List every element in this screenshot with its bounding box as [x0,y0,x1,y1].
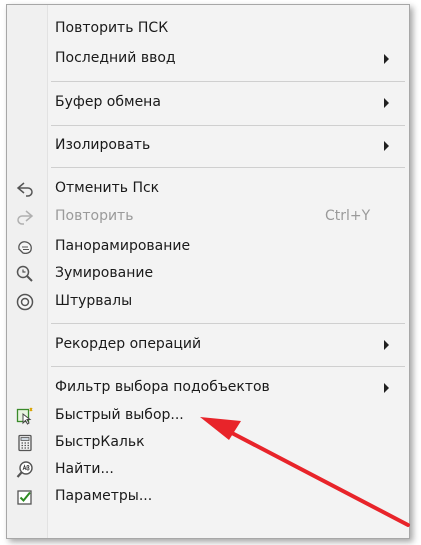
menu-item-subobject-filter[interactable]: Фильтр выбора подобъектов [7,376,409,400]
menu-item-label: Штурвалы [55,293,133,309]
menu-item-label: Буфер обмена [55,94,161,110]
checkbox-options-icon [15,487,35,507]
submenu-arrow-icon [384,340,389,350]
menu-item-label: Быстрый выбор... [55,407,184,423]
separator [51,125,405,126]
menu-item-redo[interactable]: Повторить Ctrl+Y [7,205,409,229]
menu-item-find[interactable]: Найти... [7,458,409,482]
submenu-arrow-icon [384,383,389,393]
menu-item-repeat-ucs[interactable]: Повторить ПСК [7,17,409,41]
submenu-arrow-icon [384,98,389,108]
menu-item-label: Рекордер операций [55,336,202,352]
quick-select-icon [15,406,35,426]
menu-item-label: Изолировать [55,137,151,153]
submenu-arrow-icon [384,54,389,64]
menu-item-label: Повторить ПСК [55,20,169,36]
menu-item-label: Отменить Пск [55,180,160,196]
zoom-icon [15,264,35,284]
submenu-arrow-icon [384,141,389,151]
separator [51,167,405,168]
menu-item-pan[interactable]: Панорамирование [7,235,409,259]
shortcut-label: Ctrl+Y [325,208,371,224]
pan-hand-icon [15,237,35,257]
menu-item-label: Последний ввод [55,50,176,66]
separator [51,366,405,367]
calculator-icon [15,433,35,453]
separator [51,81,405,82]
menu-item-label: Параметры... [55,488,153,504]
redo-icon [15,207,35,227]
menu-item-zoom[interactable]: Зумирование [7,262,409,286]
menu-item-isolate[interactable]: Изолировать [7,134,409,158]
menu-item-steering-wheels[interactable]: Штурвалы [7,290,409,314]
menu-item-label: Зумирование [55,265,154,281]
find-text-icon [15,460,35,480]
undo-icon [15,179,35,199]
menu-item-label: Повторить [55,208,134,224]
menu-item-action-recorder[interactable]: Рекордер операций [7,333,409,357]
menu-item-label: Фильтр выбора подобъектов [55,379,270,395]
menu-item-quick-select[interactable]: Быстрый выбор... [7,404,409,428]
menu-item-label: Найти... [55,461,114,477]
menu-item-label: Панорамирование [55,238,191,254]
menu-item-undo-ucs[interactable]: Отменить Пск [7,177,409,201]
menu-item-label: БыстрКальк [55,434,145,450]
menu-item-clipboard[interactable]: Буфер обмена [7,91,409,115]
context-menu: Повторить ПСК Последний ввод Буфер обмен… [6,4,410,539]
separator [51,323,405,324]
menu-item-last-input[interactable]: Последний ввод [7,47,409,71]
menu-item-quickcalc[interactable]: БыстрКальк [7,431,409,455]
steering-wheel-icon [15,292,35,312]
menu-item-options[interactable]: Параметры... [7,485,409,509]
